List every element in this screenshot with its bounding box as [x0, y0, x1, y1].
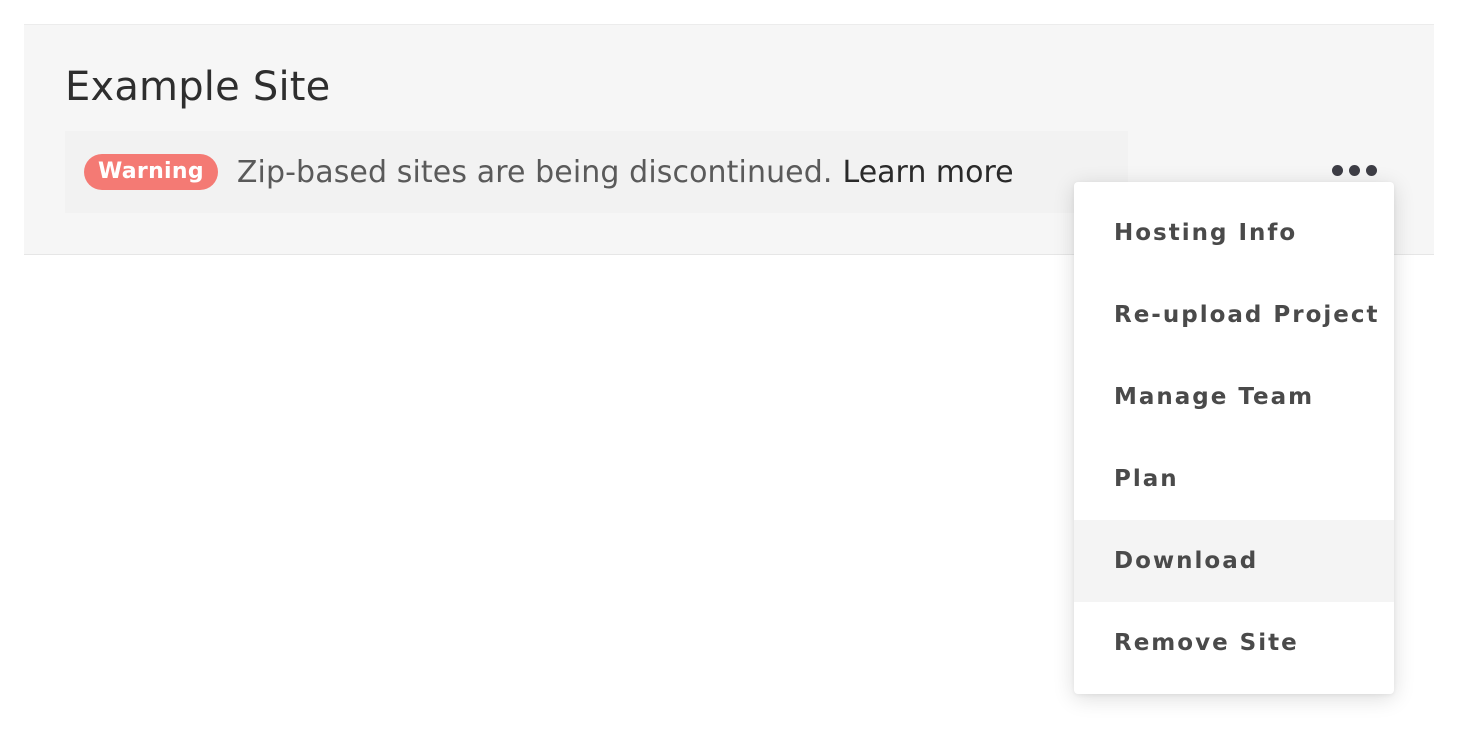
- menu-item-reupload-project[interactable]: Re-upload Project: [1074, 274, 1394, 356]
- menu-item-manage-team[interactable]: Manage Team: [1074, 356, 1394, 438]
- more-horizontal-icon: [1331, 164, 1343, 176]
- menu-item-plan[interactable]: Plan: [1074, 438, 1394, 520]
- more-horizontal-icon: [1348, 164, 1360, 176]
- discontinued-notice: Warning Zip-based sites are being discon…: [65, 131, 1128, 213]
- site-options-menu: Hosting Info Re-upload Project Manage Te…: [1074, 182, 1394, 694]
- menu-item-download[interactable]: Download: [1074, 520, 1394, 602]
- site-title: Example Site: [65, 64, 331, 110]
- learn-more-link[interactable]: Learn more: [843, 155, 1014, 190]
- menu-item-hosting-info[interactable]: Hosting Info: [1074, 192, 1394, 274]
- notice-message: Zip-based sites are being discontinued.: [236, 154, 833, 190]
- more-horizontal-icon: [1365, 164, 1377, 176]
- page: Example Site Warning Zip-based sites are…: [0, 0, 1466, 732]
- warning-badge: Warning: [84, 154, 218, 190]
- menu-item-remove-site[interactable]: Remove Site: [1074, 602, 1394, 684]
